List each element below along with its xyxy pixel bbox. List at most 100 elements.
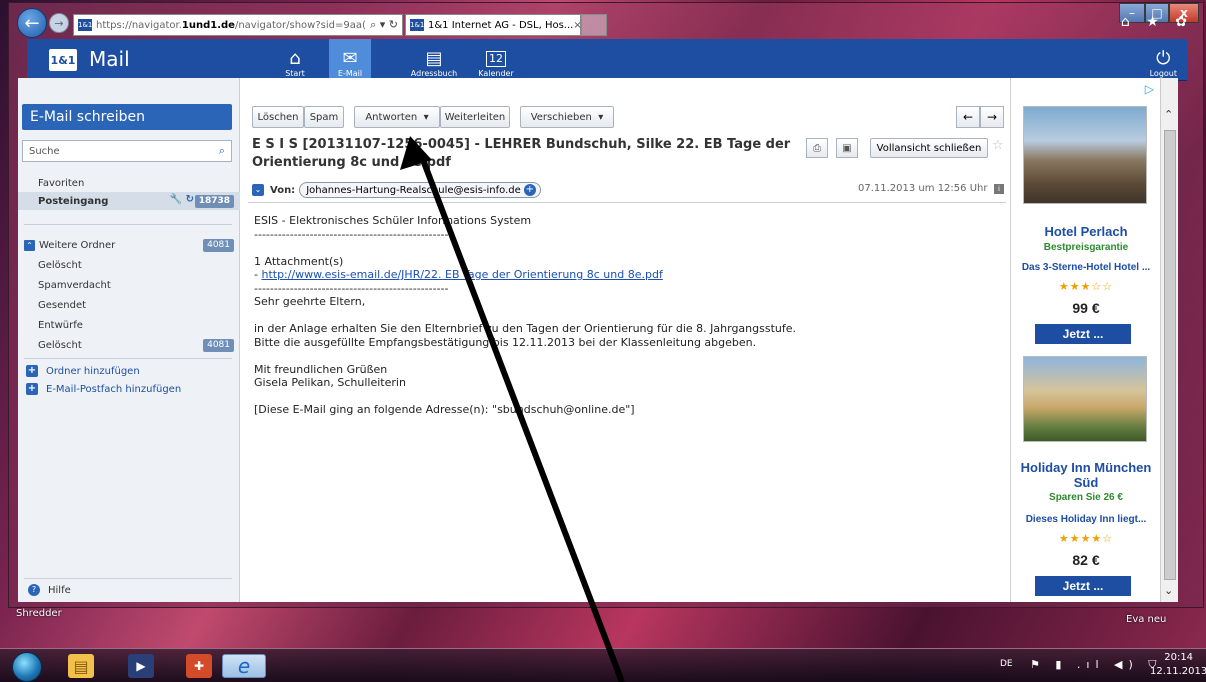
chevron-down-icon[interactable]: ▾ [424, 112, 429, 123]
advertisement-panel[interactable]: ▷ Hotel Perlach Bestpreisgarantie Das 3-… [1010, 78, 1160, 602]
more-folders-label: Weitere Ordner [39, 239, 116, 251]
page-scrollbar[interactable]: ⌃ ⌄ [1160, 78, 1178, 602]
folder-label: Gelöscht [38, 259, 82, 271]
desktop-label-left[interactable]: Shredder [16, 608, 62, 619]
ad-price: 99 € [1072, 300, 1100, 316]
desktop-label-right[interactable]: Eva neu [1126, 614, 1166, 625]
message-date: 07.11.2013 um 12:56 Uhr [858, 183, 988, 194]
reply-button[interactable]: Antworten ▾ [354, 106, 440, 128]
browser-tab[interactable]: 1&1 1&1 Internet AG - DSL, Hos... × [405, 14, 582, 36]
ad-description[interactable]: Das 3-Sterne-Hotel Hotel ... [1013, 262, 1159, 273]
body-text: ----------------------------------------… [254, 281, 449, 295]
logout-label: Logout [1149, 69, 1177, 78]
back-arrow-icon: ← [24, 12, 40, 34]
rating-stars-icon: ★★★★☆ [1058, 532, 1114, 545]
folder-label: Gelöscht [38, 339, 82, 351]
forward-arrow-icon: → [54, 16, 64, 30]
clock-time: 20:14 [1164, 652, 1194, 663]
more-folders-count-badge: 4081 [203, 239, 234, 252]
power-icon: ⏻ [1156, 48, 1171, 69]
start-button[interactable] [12, 652, 42, 682]
ad-tagline: Bestpreisgarantie [1043, 242, 1129, 253]
ad-cta-button[interactable]: Jetzt ... [1035, 324, 1131, 344]
language-indicator[interactable]: DE [1000, 659, 1013, 669]
hotel-image[interactable] [1023, 356, 1147, 442]
previous-message-button[interactable]: ← [956, 106, 980, 128]
hotel-image[interactable] [1023, 106, 1147, 204]
media-player-icon[interactable]: ▶ [128, 654, 154, 678]
inbox-label: Posteingang [38, 195, 109, 207]
from-label: Von: [270, 184, 296, 196]
save-button[interactable]: ▣ [836, 138, 858, 158]
add-folder-link[interactable]: + Ordner hinzufügen [18, 362, 240, 380]
forward-message-button[interactable]: Weiterleiten [440, 106, 510, 128]
system-tray-icons[interactable]: ⚑ ▮ .ıl ◀) ⛉ [1030, 658, 1163, 672]
sidebar-item-spam[interactable]: Spamverdacht [18, 276, 240, 294]
scroll-up-icon[interactable]: ⌃ [1164, 108, 1173, 121]
app-title: Mail [89, 47, 130, 71]
sidebar-item-sent[interactable]: Gesendet [18, 296, 240, 314]
sidebar-item-drafts[interactable]: Entwürfe [18, 316, 240, 334]
browser-toolbar-icons[interactable]: ⌂ ★ ✿ [1121, 14, 1193, 30]
sidebar-item-inbox[interactable]: Posteingang 🔧 ↻ 18738 [18, 192, 240, 210]
rating-stars-icon: ★★★☆☆ [1058, 280, 1114, 293]
message-subject: E S I S [20131107-1256-0045] - LEHRER Bu… [252, 136, 792, 172]
spam-button[interactable]: Spam [304, 106, 344, 128]
sidebar-item-trash[interactable]: Gelöscht [18, 256, 240, 274]
ad-cta-button[interactable]: Jetzt ... [1035, 576, 1131, 596]
sidebar-item-more-folders[interactable]: ⌃ Weitere Ordner 4081 [18, 236, 240, 254]
forward-button[interactable]: → [49, 13, 69, 33]
delete-button[interactable]: Löschen [252, 106, 304, 128]
trash-count-badge: 4081 [203, 339, 234, 352]
subject-line: E S I S [20131107-1256-0045] - LEHRER Bu… [252, 137, 791, 152]
sender-address: Johannes-Hartung-Realschule@esis-info.de [306, 184, 521, 196]
search-placeholder: Suche [29, 145, 60, 157]
add-mailbox-link[interactable]: + E-Mail-Postfach hinzufügen [18, 380, 240, 398]
scrollbar-thumb[interactable] [1164, 130, 1176, 580]
nav-start[interactable]: ⌂ Start [275, 39, 315, 81]
next-message-button[interactable]: → [980, 106, 1004, 128]
body-text: in der Anlage erhalten Sie den Elternbri… [254, 322, 797, 335]
collapse-icon[interactable]: ⌃ [24, 239, 35, 251]
divider [24, 358, 232, 359]
star-icon[interactable]: ☆ [992, 138, 1004, 153]
back-button[interactable]: ← [17, 8, 47, 38]
new-tab-button[interactable] [581, 14, 607, 36]
sidebar-item-trash-2[interactable]: Gelöscht 4081 [18, 336, 240, 354]
subject-line: Orientierung 8c und 8e.pdf [252, 155, 451, 170]
add-contact-icon[interactable]: + [523, 184, 536, 196]
search-icon[interactable]: ⌕ [219, 144, 225, 158]
nav-email[interactable]: ✉ E-Mail [329, 39, 371, 81]
move-button[interactable]: Verschieben ▾ [520, 106, 614, 128]
folder-label: Spamverdacht [38, 279, 111, 291]
ad-hotel-name[interactable]: Hotel Perlach [1011, 224, 1161, 239]
expand-header-icon[interactable]: ⌄ [252, 184, 264, 196]
body-text: Sehr geehrte Eltern, [254, 295, 366, 308]
close-full-view-button[interactable]: Vollansicht schließen [870, 138, 988, 158]
print-button[interactable]: ⎙ [806, 138, 828, 158]
ad-choices-icon[interactable]: ▷ [1145, 82, 1154, 96]
compose-button[interactable]: E-Mail schreiben [22, 104, 232, 130]
sidebar-item-favorites[interactable]: Favoriten [18, 174, 240, 192]
logout-button[interactable]: ⏻ Logout [1150, 39, 1177, 81]
scroll-down-icon[interactable]: ⌄ [1164, 584, 1173, 597]
nav-addressbook[interactable]: ▤ Adressbuch [405, 39, 463, 81]
help-link[interactable]: ? Hilfe [28, 584, 71, 596]
address-controls[interactable]: ⌕ ▾ ↻ [370, 18, 398, 32]
inbox-tools-icon[interactable]: 🔧 ↻ [170, 194, 194, 205]
attachment-link[interactable]: http://www.esis-email.de/JHR/22. EB Tage… [261, 268, 662, 281]
sender-chip[interactable]: Johannes-Hartung-Realschule@esis-info.de… [299, 182, 541, 198]
ad-description[interactable]: Dieses Holiday Inn liegt... [1013, 514, 1159, 525]
internet-explorer-icon[interactable]: e [222, 654, 266, 678]
nav-calendar-label: Kalender [478, 69, 514, 78]
file-explorer-icon[interactable]: ▤ [68, 654, 94, 678]
address-bar[interactable]: 1&1 https://navigator. 1und1.de/navigator… [73, 14, 403, 36]
search-input[interactable]: Suche ⌕ [22, 140, 232, 162]
details-icon[interactable]: i [994, 184, 1004, 194]
brand-logo[interactable]: 1&1 [49, 49, 77, 71]
nav-calendar[interactable]: 12 Kalender [471, 39, 521, 81]
clock[interactable]: 20:14 12.11.2013 [1150, 651, 1206, 679]
app-icon[interactable]: ✚ [186, 654, 212, 678]
plus-icon: + [26, 365, 38, 377]
ad-hotel-name[interactable]: Holiday Inn München Süd [1011, 460, 1161, 490]
